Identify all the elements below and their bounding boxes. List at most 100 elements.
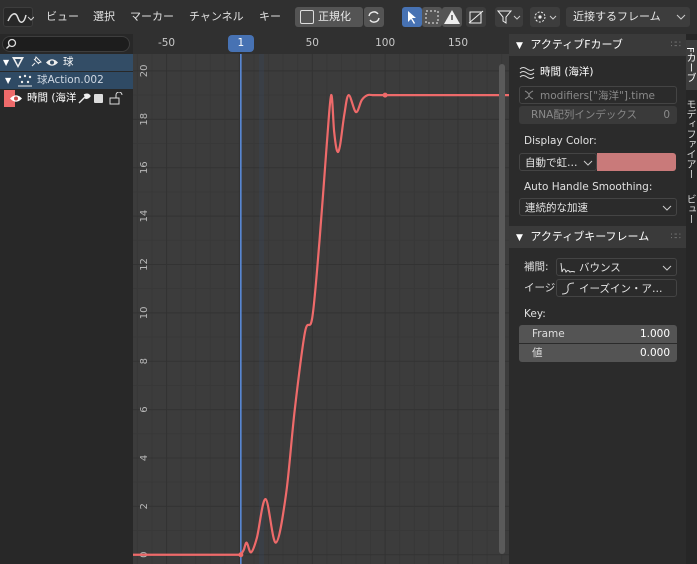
key-frame-field[interactable]: Frame 1.000 <box>519 325 677 343</box>
graph-editor-icon <box>7 13 35 23</box>
menu-channel[interactable]: チャンネル <box>189 8 244 26</box>
object-name: 球 <box>63 56 74 68</box>
drag-grip-icon[interactable]: ∷∷ <box>671 34 682 56</box>
object-triangle-icon <box>12 57 24 68</box>
tab-modifiers[interactable]: モディファイアー <box>684 94 697 184</box>
lock-open-icon[interactable] <box>109 92 123 105</box>
snap-mode-dropdown[interactable]: 近接するフレーム <box>566 7 690 27</box>
key-frame-label: Frame <box>532 328 565 340</box>
key-value-field[interactable]: 値 0.000 <box>519 344 677 362</box>
normalize-toggle[interactable]: 正規化 <box>295 7 363 27</box>
disclosure-down-icon: ▼ <box>516 233 523 243</box>
fcurve-plot[interactable]: 20181614121086420 <box>133 34 509 564</box>
pivot-button[interactable] <box>530 7 560 27</box>
frame-tick-label: 50 <box>305 37 319 49</box>
pin-icon <box>31 56 42 67</box>
tab-fcurve[interactable]: Fカーブ <box>684 40 697 90</box>
y-tick-label: 8 <box>139 358 150 364</box>
section-active-fcurve[interactable]: ▼ アクティブFカーブ ∷∷ <box>509 34 686 56</box>
disclosure-down-icon: ▼ <box>3 58 10 67</box>
rna-index-field[interactable]: RNA配列インデックス 0 <box>519 106 677 124</box>
frame-tick-label: 100 <box>375 37 396 49</box>
select-tool-button[interactable] <box>402 7 422 27</box>
bounce-curve-icon <box>560 262 576 274</box>
frame-tick-label: -50 <box>157 37 176 49</box>
interpolation-value: バウンス <box>579 262 621 274</box>
auto-normalize-button[interactable] <box>364 7 384 27</box>
vertical-scrollbar[interactable] <box>499 64 505 554</box>
auto-handle-dropdown[interactable]: 連続的な加速 <box>519 198 677 216</box>
drag-grip-icon[interactable]: ∷∷ <box>671 226 682 248</box>
current-frame-indicator[interactable]: 1 <box>227 35 254 52</box>
key-label: Key: <box>524 308 546 320</box>
frame-ruler[interactable]: -50 50 100 150 1 <box>133 34 509 54</box>
normalize-label: 正規化 <box>318 10 351 23</box>
chevron-down-icon <box>583 160 593 166</box>
interpolation-dropdown[interactable]: バウンス <box>556 258 677 276</box>
warning-button[interactable] <box>442 7 462 27</box>
keyframe-point[interactable] <box>238 552 244 558</box>
section-title: アクティブFカーブ <box>530 38 623 51</box>
channel-action-row[interactable]: ▼ 球Action.002 <box>0 72 133 89</box>
y-tick-label: 20 <box>139 65 150 78</box>
key-frame-value: 1.000 <box>639 328 670 340</box>
normalize-icon <box>300 10 314 24</box>
channel-list: ▼ 球 ▼ 球Action.002 時間 (海洋 <box>0 34 133 564</box>
fcurve-name: 時間 (海洋 <box>27 92 77 104</box>
y-tick-label: 6 <box>139 406 150 412</box>
display-color-mode-dropdown[interactable]: 自動で虹… <box>519 153 597 171</box>
y-tick-label: 16 <box>139 161 150 174</box>
menu-view[interactable]: ビュー <box>46 8 79 26</box>
show-handles-button[interactable] <box>466 7 486 27</box>
rna-index-label: RNA配列インデックス <box>531 109 638 121</box>
filter-button[interactable] <box>495 7 523 27</box>
box-select-icon <box>425 10 439 24</box>
modifier-wrench-icon <box>78 93 91 104</box>
cursor-arrow-icon <box>408 11 416 24</box>
section-active-keyframe[interactable]: ▼ アクティブキーフレーム ∷∷ <box>509 226 686 248</box>
channel-fcurve-row[interactable]: 時間 (海洋 <box>0 90 133 107</box>
fcurve-line[interactable] <box>133 93 509 556</box>
action-name: 球Action.002 <box>37 74 104 86</box>
chevron-down-icon <box>662 265 672 271</box>
key-value-value: 0.000 <box>639 347 670 359</box>
refresh-icon <box>368 11 380 23</box>
ease-in-out-icon <box>561 282 575 295</box>
menu-select[interactable]: 選択 <box>93 8 115 26</box>
mute-checkbox[interactable] <box>94 94 103 103</box>
display-color-swatch[interactable] <box>597 153 676 171</box>
display-color-mode-value: 自動で虹… <box>525 157 578 169</box>
preview-range-strip <box>259 34 264 564</box>
eye-icon <box>46 59 58 66</box>
channel-object-row[interactable]: ▼ 球 <box>0 54 133 71</box>
eye-icon[interactable] <box>9 93 23 104</box>
editor-type-button[interactable] <box>3 7 35 27</box>
disclosure-down-icon: ▼ <box>5 76 12 85</box>
auto-handle-value: 連続的な加速 <box>525 202 588 214</box>
interpolation-label: 補間: <box>524 261 549 273</box>
display-color-label: Display Color: <box>524 135 597 147</box>
easing-dropdown[interactable]: イーズイン・ア… <box>556 279 677 297</box>
warning-icon <box>444 10 460 24</box>
channel-search-input[interactable] <box>2 36 130 52</box>
graph-area[interactable]: 20 18 16 14 12 10 8 6 4 2 0 <box>133 34 509 564</box>
y-tick-label: 10 <box>139 306 150 319</box>
tab-view[interactable]: ビュー <box>684 189 697 229</box>
rna-index-value: 0 <box>663 109 670 121</box>
data-path-field[interactable]: modifiers["海洋"].time <box>519 86 677 104</box>
easing-value: イーズイン・ア… <box>579 283 663 295</box>
y-tick-label: 18 <box>139 113 150 126</box>
box-select-button[interactable] <box>422 7 442 27</box>
menu-key[interactable]: キー <box>259 8 281 26</box>
y-tick-label: 2 <box>139 503 150 509</box>
action-icon <box>18 74 32 87</box>
pivot-icon <box>534 11 557 23</box>
keyframe-point[interactable] <box>382 92 388 98</box>
filter-icon <box>496 10 521 24</box>
chevron-down-icon <box>676 14 686 20</box>
frame-tick-label: 150 <box>447 37 468 49</box>
disclosure-down-icon: ▼ <box>516 41 523 51</box>
auto-handle-label: Auto Handle Smoothing: <box>524 181 653 193</box>
rna-icon <box>524 90 534 100</box>
menu-marker[interactable]: マーカー <box>130 8 174 26</box>
